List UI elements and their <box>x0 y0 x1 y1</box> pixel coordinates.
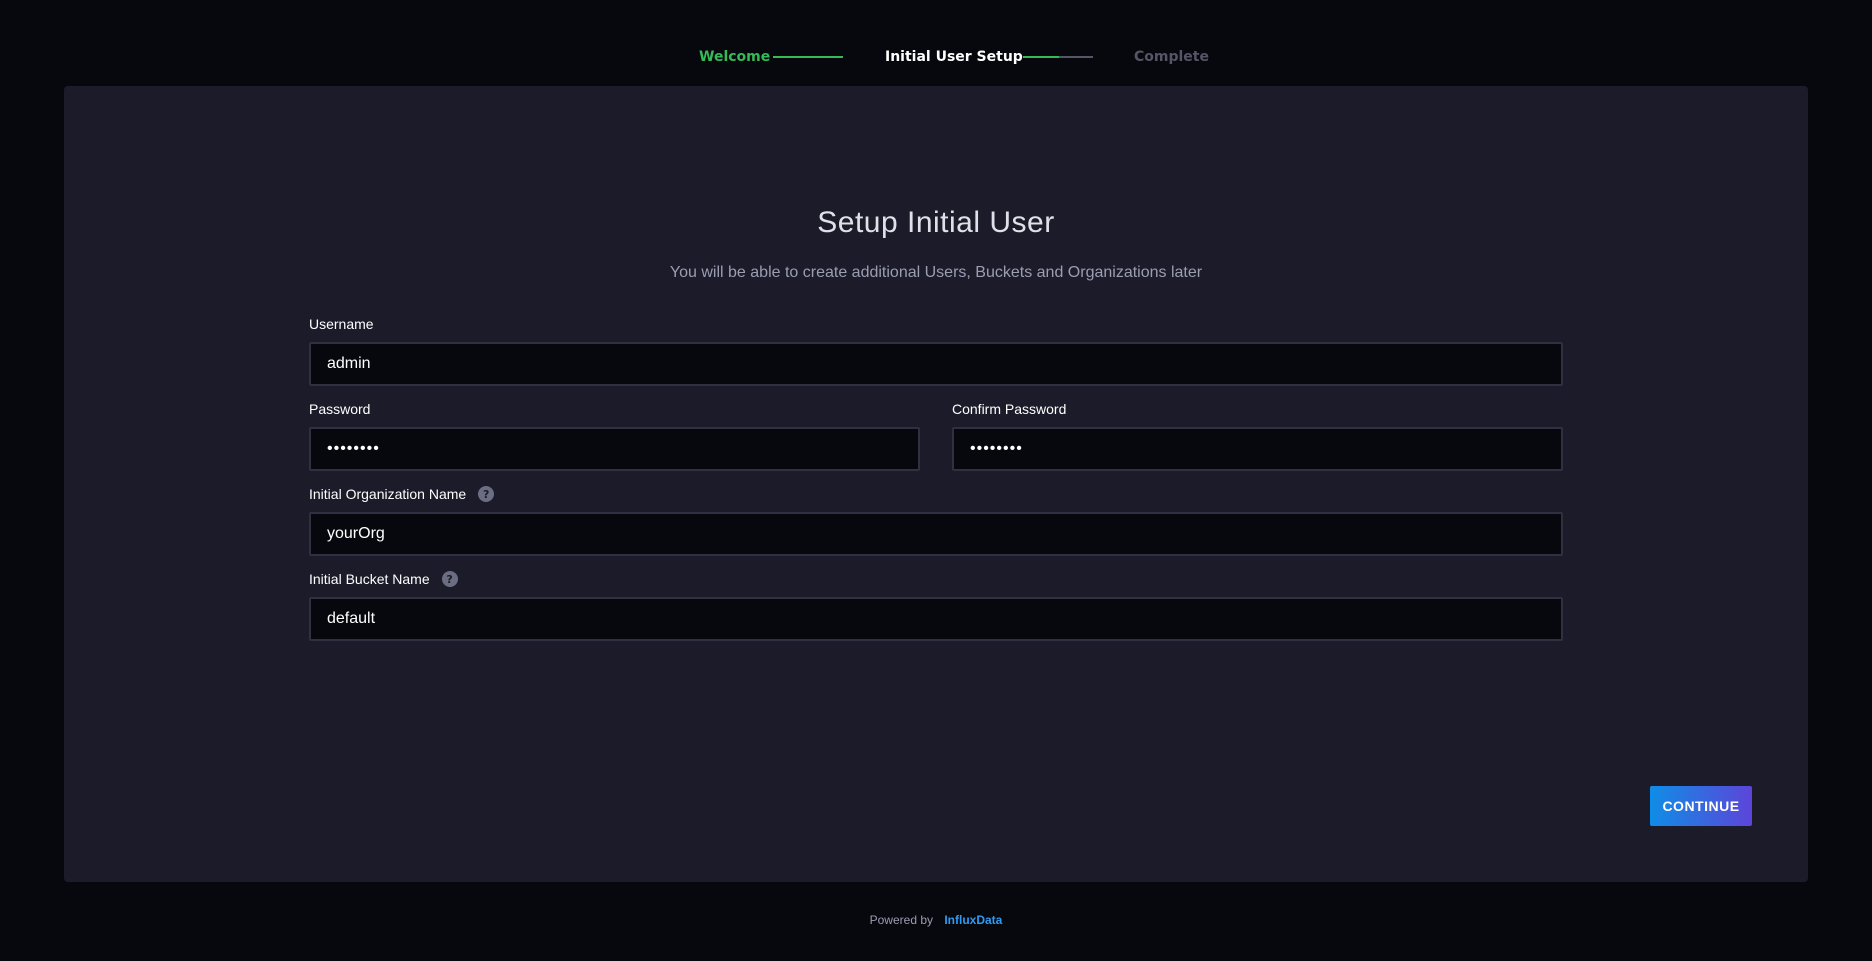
question-circle-icon[interactable]: ? <box>441 571 458 587</box>
password-label-text: Password <box>309 401 371 417</box>
confirm-password-input[interactable] <box>952 427 1563 471</box>
username-label-text: Username <box>309 316 374 332</box>
org-name-label: Initial Organization Name ? <box>309 486 495 502</box>
step-complete: Complete <box>1134 49 1209 65</box>
page-subtitle: You will be able to create additional Us… <box>669 264 1203 281</box>
username-label: Username <box>309 316 374 332</box>
bucket-name-label-text: Initial Bucket Name <box>309 571 430 587</box>
username-input[interactable] <box>309 342 1563 386</box>
onboarding-stepper: Welcome Initial User Setup Complete <box>0 44 1872 70</box>
confirm-password-label: Confirm Password <box>952 401 1066 417</box>
password-input[interactable] <box>309 427 920 471</box>
bucket-name-input[interactable] <box>309 597 1563 641</box>
step-connector-1 <box>773 56 843 58</box>
bucket-name-label: Initial Bucket Name ? <box>309 571 458 587</box>
continue-button[interactable]: CONTINUE <box>1650 786 1752 826</box>
question-circle-icon[interactable]: ? <box>478 486 495 502</box>
password-label: Password <box>309 401 370 417</box>
powered-by-text: Powered by <box>869 913 933 927</box>
step-initial-user-setup[interactable]: Initial User Setup <box>885 44 1023 70</box>
step-connector-2-progress <box>1023 56 1059 58</box>
confirm-password-label-text: Confirm Password <box>952 401 1067 417</box>
org-name-input[interactable] <box>309 512 1563 556</box>
influxdata-link[interactable]: InfluxData <box>944 913 1002 927</box>
footer: Powered by InfluxData <box>0 913 1872 927</box>
step-connector-2-remaining <box>1059 56 1093 58</box>
page-title: Setup Initial User <box>817 206 1055 239</box>
setup-panel: Setup Initial User You will be able to c… <box>64 86 1808 882</box>
step-welcome[interactable]: Welcome <box>699 44 770 70</box>
org-name-label-text: Initial Organization Name <box>309 486 467 502</box>
